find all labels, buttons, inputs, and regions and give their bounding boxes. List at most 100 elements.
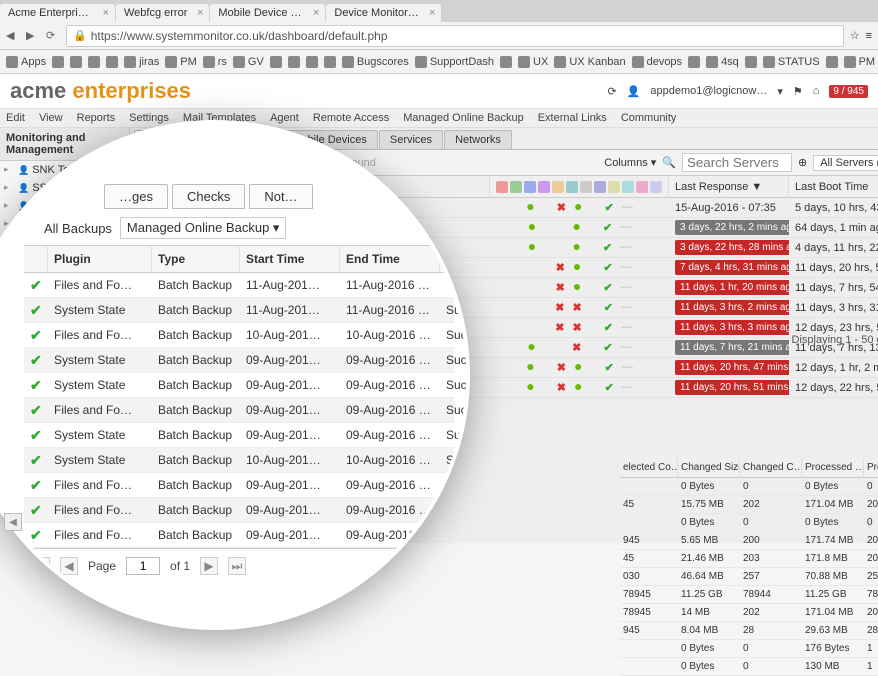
- menu-icon[interactable]: ≡: [866, 30, 872, 42]
- lens-col[interactable]: [24, 246, 48, 272]
- lens-col[interactable]: Plugin: [48, 246, 152, 272]
- backup-row[interactable]: ✔Files and Fo…Batch Backup09-Aug-201…09-…: [24, 473, 454, 498]
- lens-col[interactable]: End Time: [340, 246, 440, 272]
- bookmark-item[interactable]: [270, 56, 282, 68]
- backup-row[interactable]: ✔Files and Fo…Batch Backup09-Aug-201…09-…: [24, 523, 454, 548]
- pager-last-icon[interactable]: ⏭: [228, 557, 246, 575]
- user-email[interactable]: appdemo1@logicnow…: [650, 85, 767, 97]
- backup-row[interactable]: ✔System StateBatch Backup09-Aug-201…09-A…: [24, 348, 454, 373]
- bookmark-item[interactable]: PM: [165, 56, 197, 68]
- bookmark-item[interactable]: [52, 56, 64, 68]
- stats-row[interactable]: 7894514 MB202171.04 MB2023.29 MB01: [620, 604, 878, 622]
- bookmark-item[interactable]: [826, 56, 838, 68]
- backup-row[interactable]: ✔System StateBatch Backup11-Aug-201…11-A…: [24, 298, 454, 323]
- stats-col[interactable]: Processed …: [802, 458, 864, 477]
- menu-item[interactable]: Remote Access: [313, 112, 389, 124]
- refresh-icon[interactable]: ⟳: [607, 85, 616, 98]
- bookmark-item[interactable]: UX Kanban: [554, 56, 625, 68]
- lens-col[interactable]: Type: [152, 246, 240, 272]
- lens-col[interactable]: Start Time: [240, 246, 340, 272]
- bookmark-item[interactable]: [88, 56, 100, 68]
- menu-item[interactable]: Edit: [6, 112, 25, 124]
- bookmark-item[interactable]: [745, 56, 757, 68]
- browser-tab[interactable]: Webfcg error: [116, 4, 209, 22]
- menu-item[interactable]: Reports: [77, 112, 116, 124]
- backup-row[interactable]: ✔System StateBatch Backup09-Aug-201…09-A…: [24, 373, 454, 398]
- pager-first-icon[interactable]: ⏮: [32, 557, 50, 575]
- backup-row[interactable]: ✔System StateBatch Backup10-Aug-201…10-A…: [24, 448, 454, 473]
- bookmark-item[interactable]: [688, 56, 700, 68]
- lens-tab[interactable]: Checks: [172, 184, 245, 209]
- bookmark-item[interactable]: jiras: [124, 56, 159, 68]
- col-status[interactable]: [490, 176, 669, 197]
- bookmark-item[interactable]: [106, 56, 118, 68]
- stats-col[interactable]: Processed …: [864, 458, 878, 477]
- stats-row[interactable]: 9455.65 MB200171.74 MB2001.39 MB00: [620, 532, 878, 550]
- zoom-icon[interactable]: ⊕: [798, 156, 807, 169]
- bookmark-item[interactable]: devops: [632, 56, 682, 68]
- url-input[interactable]: 🔒 https://www.systemmonitor.co.uk/dashbo…: [66, 25, 844, 47]
- stats-row[interactable]: 0 Bytes00 Bytes00 Bytes00: [620, 514, 878, 532]
- stats-col[interactable]: Changed Size: [678, 458, 740, 477]
- pager-prev-icon[interactable]: ◀: [60, 557, 78, 575]
- bookmark-item[interactable]: SupportDash: [415, 56, 494, 68]
- user-icon[interactable]: 👤: [627, 85, 641, 98]
- bookmark-item[interactable]: UX: [518, 56, 548, 68]
- stats-row[interactable]: 7894511.25 GB7894411.25 GB789443.25 GB00: [620, 586, 878, 604]
- search-input[interactable]: [682, 153, 792, 172]
- notif-badge[interactable]: 9 / 945: [829, 85, 868, 98]
- bookmark-item[interactable]: STATUS: [763, 56, 820, 68]
- bookmark-item[interactable]: GV: [233, 56, 264, 68]
- bookmark-item[interactable]: [500, 56, 512, 68]
- stats-row[interactable]: 0 Bytes00 Bytes00 Bytes00: [620, 478, 878, 496]
- menu-item[interactable]: External Links: [538, 112, 607, 124]
- reload-icon[interactable]: ⟳: [46, 29, 60, 43]
- menu-item[interactable]: View: [39, 112, 63, 124]
- bookmark-item[interactable]: rs: [203, 56, 227, 68]
- content-tab[interactable]: Networks: [444, 130, 512, 149]
- menu-item[interactable]: Agent: [270, 112, 299, 124]
- stats-row[interactable]: 4515.75 MB202171.04 MB2023.63 MB01: [620, 496, 878, 514]
- content-tab[interactable]: Services: [379, 130, 443, 149]
- pager-next-icon[interactable]: ▶: [200, 557, 218, 575]
- bookmark-item[interactable]: [324, 56, 336, 68]
- menu-item[interactable]: Managed Online Backup: [403, 112, 523, 124]
- star-icon[interactable]: ☆: [850, 29, 860, 42]
- stats-row[interactable]: 9458.04 MB2829.63 MB284.4 MB00: [620, 622, 878, 640]
- bookmark-item[interactable]: [70, 56, 82, 68]
- pager-page-input[interactable]: [126, 557, 160, 575]
- stats-row[interactable]: 0 Bytes0130 MB10 Bytes075: [620, 658, 878, 676]
- backup-row[interactable]: ✔Files and Fo…Batch Backup10-Aug-201…10-…: [24, 323, 454, 348]
- col-boot[interactable]: Last Boot Time: [789, 176, 878, 197]
- back-icon[interactable]: ◀: [6, 29, 20, 43]
- backup-row[interactable]: ✔System StateBatch Backup09-Aug-201…09-A…: [24, 423, 454, 448]
- bookmark-item[interactable]: [306, 56, 318, 68]
- lens-tab[interactable]: …ges: [104, 184, 168, 209]
- scroll-left-icon[interactable]: ◀: [4, 513, 22, 531]
- browser-tab[interactable]: Acme Enterprises Dashbo…: [0, 4, 115, 22]
- stats-row[interactable]: 0 Bytes0176 Bytes10 Bytes01537: [620, 640, 878, 658]
- columns-dropdown[interactable]: Columns ▾: [604, 156, 656, 169]
- lens-filter-backups[interactable]: All Backups: [44, 221, 112, 236]
- chevron-down-icon[interactable]: ▾: [777, 85, 783, 98]
- flag-icon[interactable]: ⚑: [793, 85, 803, 98]
- menu-item[interactable]: Community: [621, 112, 677, 124]
- menu-item[interactable]: Settings: [129, 112, 169, 124]
- lens-filter-product[interactable]: Managed Online Backup ▾: [120, 217, 287, 239]
- stats-row[interactable]: 4521.46 MB203171.8 MB2035.71 MB01: [620, 550, 878, 568]
- lens-col[interactable]: [440, 246, 470, 272]
- bookmark-item[interactable]: Bugscores: [342, 56, 409, 68]
- browser-tab[interactable]: Device Monitoring | MA…: [326, 4, 441, 22]
- bookmark-item[interactable]: [288, 56, 300, 68]
- backup-row[interactable]: ✔Files and Fo…Batch Backup09-Aug-201…09-…: [24, 498, 454, 523]
- forward-icon[interactable]: ▶: [26, 29, 40, 43]
- backup-row[interactable]: ✔Files and Fo…Batch Backup09-Aug-201…09-…: [24, 398, 454, 423]
- browser-tab[interactable]: Mobile Device Inventory …: [210, 4, 325, 22]
- stats-row[interactable]: 03046.64 MB25770.88 MB25731.9 MB075: [620, 568, 878, 586]
- bookmark-item[interactable]: Apps: [6, 56, 46, 68]
- bookmark-item[interactable]: PM RU: [844, 56, 878, 68]
- lens-tab[interactable]: Not…: [249, 184, 312, 209]
- backup-row[interactable]: ✔Files and Fo…Batch Backup11-Aug-201…11-…: [24, 273, 454, 298]
- col-resp[interactable]: Last Response ▼: [669, 176, 789, 197]
- stats-col[interactable]: Changed C…: [740, 458, 802, 477]
